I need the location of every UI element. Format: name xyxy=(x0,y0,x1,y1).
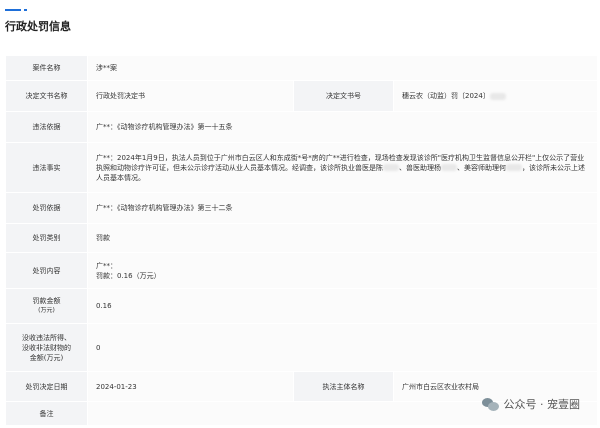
fine-amount-label: 罚款金额 (万元) xyxy=(5,288,88,324)
table-row: 决定文书名称 行政处罚决定书 决定文书号 穗云农（动监）罚〔2024〕 xyxy=(5,80,599,112)
case-name-value: 涉**案 xyxy=(86,55,599,81)
penalty-basis-value: 广**：《动物诊疗机构管理办法》第三十二条 xyxy=(86,192,599,224)
decision-doc-value: 行政处罚决定书 xyxy=(87,80,294,112)
penalty-content-label: 处罚内容 xyxy=(5,252,88,289)
case-name-label: 案件名称 xyxy=(5,55,88,81)
redaction-blur xyxy=(383,164,399,171)
decision-number-label: 决定文书号 xyxy=(293,80,394,112)
decision-number-value: 穗云农（动监）罚〔2024〕 xyxy=(402,92,490,100)
table-row: 处罚内容 广**： 罚款：0.16（万元） xyxy=(5,252,599,289)
section-header: 行政处罚信息 xyxy=(0,0,600,44)
penalty-content-line-2: 罚款：0.16（万元） xyxy=(96,271,161,280)
remarks-label: 备注 xyxy=(5,401,88,426)
penalty-content-line-1: 广**： xyxy=(96,261,117,270)
violation-basis-value: 广**：《动物诊疗机构管理办法》第一十五条 xyxy=(86,111,599,143)
table-row: 没收违法所得、 没收非法财物的 金额(万元) 0 xyxy=(5,323,599,372)
table-row: 案件名称 涉**案 xyxy=(5,55,599,81)
decision-date-value: 2024-01-23 xyxy=(87,371,294,402)
penalty-type-label: 处罚类别 xyxy=(5,223,88,253)
table-row: 违法事实 广**：2024年1月9日，执法人员到位于广州市白云区人和东成街*号*… xyxy=(5,142,599,193)
violation-facts-value: 广**：2024年1月9日，执法人员到位于广州市白云区人和东成街*号*房的广**… xyxy=(86,142,599,193)
decision-date-label: 处罚决定日期 xyxy=(5,371,88,402)
watermark: 公众号 · 宠壹圈 xyxy=(481,396,581,412)
penalty-content-value: 广**： 罚款：0.16（万元） xyxy=(86,252,599,289)
fine-amount-value: 0.16 xyxy=(86,288,599,324)
confiscation-label-line-3: 金额(万元) xyxy=(29,353,64,362)
authority-label: 执法主体名称 xyxy=(293,371,394,402)
decision-doc-label: 决定文书名称 xyxy=(5,80,88,112)
fine-amount-label-text: 罚款金额 xyxy=(32,297,61,305)
page-title: 行政处罚信息 xyxy=(5,20,71,33)
penalty-type-value: 罚款 xyxy=(86,223,599,253)
fine-amount-unit: (万元) xyxy=(38,307,55,314)
wechat-icon xyxy=(481,397,499,411)
table-row: 处罚类别 罚款 xyxy=(5,223,599,253)
title-accent-bar xyxy=(5,9,21,11)
violation-facts-text-3: 、美容师助理何 xyxy=(457,163,506,172)
redaction-blur xyxy=(441,164,457,171)
table-row: 处罚依据 广**：《动物诊疗机构管理办法》第三十二条 xyxy=(5,192,599,224)
table-row: 罚款金额 (万元) 0.16 xyxy=(5,288,599,324)
violation-basis-label: 违法依据 xyxy=(5,111,88,143)
watermark-text: 公众号 · 宠壹圈 xyxy=(503,398,581,411)
violation-facts-text-2: 、兽医助理杨 xyxy=(399,163,441,172)
table-row: 违法依据 广**：《动物诊疗机构管理办法》第一十五条 xyxy=(5,111,599,143)
title-accent-dot xyxy=(24,9,27,11)
confiscation-value: 0 xyxy=(86,323,599,372)
penalty-info-table: 案件名称 涉**案 决定文书名称 行政处罚决定书 决定文书号 穗云农（动监）罚〔… xyxy=(5,55,599,426)
decision-number-cell: 穗云农（动监）罚〔2024〕 xyxy=(392,80,599,112)
confiscation-label-line-2: 没收非法财物的 xyxy=(22,343,71,352)
penalty-basis-label: 处罚依据 xyxy=(5,192,88,224)
redaction-blur xyxy=(489,92,506,100)
confiscation-label-line-1: 没收违法所得、 xyxy=(22,333,71,342)
redaction-blur xyxy=(506,164,522,171)
confiscation-label: 没收违法所得、 没收非法财物的 金额(万元) xyxy=(5,323,88,372)
violation-facts-label: 违法事实 xyxy=(5,142,88,193)
